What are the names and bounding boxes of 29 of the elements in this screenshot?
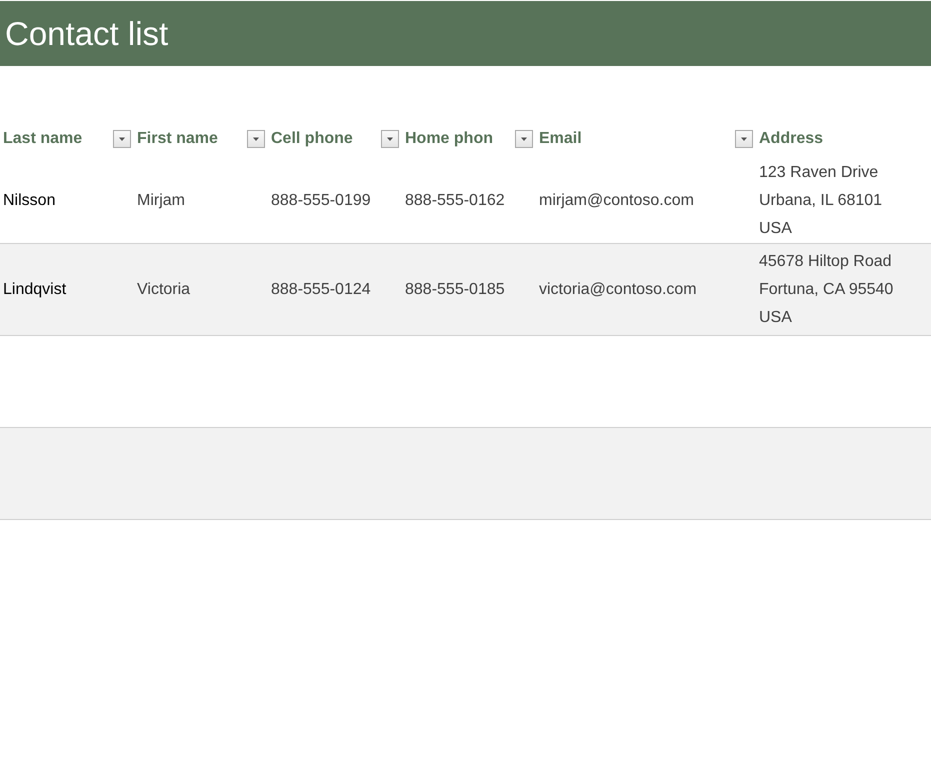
column-header: Email [539, 130, 582, 148]
filter-dropdown-button[interactable] [735, 130, 753, 148]
filter-dropdown-button[interactable] [515, 130, 533, 148]
table-cell: 888-555-0185 [405, 280, 505, 298]
filter-dropdown-button[interactable] [113, 130, 131, 148]
filter-dropdown-button[interactable] [381, 130, 399, 148]
table-cell: 888-555-0124 [271, 280, 371, 298]
table-cell: Lindqvist [3, 280, 66, 298]
column-header: Address [759, 130, 824, 148]
column-header: Home phon [405, 130, 493, 148]
caret-icon [118, 136, 126, 142]
column-header: Last name [3, 130, 82, 148]
filter-dropdown-button[interactable] [247, 130, 265, 148]
caret-icon [252, 136, 260, 142]
table-cell: Mirjam [137, 192, 185, 210]
table-cell-text: 123 Raven Drive Urbana, IL 68101 USA [759, 162, 882, 238]
table-cell: victoria@contoso.com [539, 280, 697, 298]
column-header: Cell phone [271, 130, 353, 148]
caret-icon [520, 136, 528, 142]
table-cell: 888-555-0199 [271, 192, 371, 210]
table-cell-text: 45678 Hiltop Road Fortuna, CA 95540 USA [759, 252, 894, 328]
caret-icon [740, 136, 748, 142]
sheet-title: Contact list [5, 14, 168, 52]
table-cell: 888-555-0162 [405, 192, 505, 210]
column-header: First name [137, 130, 218, 148]
table-cell: Victoria [137, 280, 190, 298]
table-cell: Nilsson [3, 192, 56, 210]
table-cell: mirjam@contoso.com [539, 192, 694, 210]
caret-icon [386, 136, 394, 142]
